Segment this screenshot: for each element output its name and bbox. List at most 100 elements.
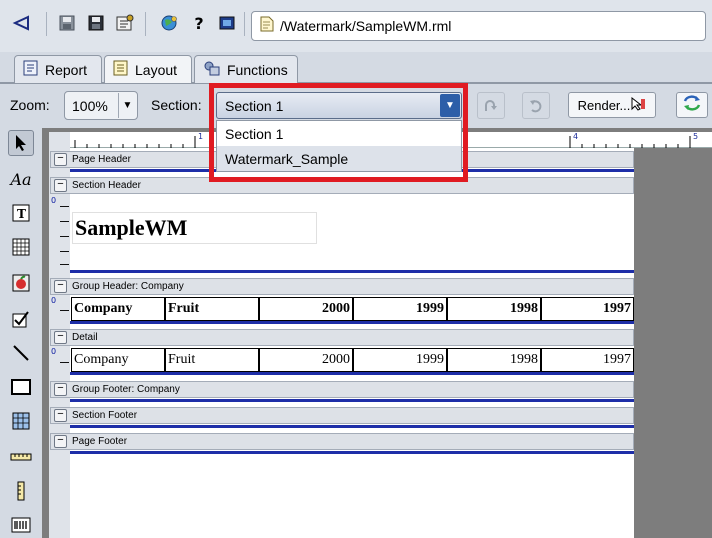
dropdown-option-watermark-sample[interactable]: Watermark_Sample [217,146,461,171]
document-icon [260,16,274,36]
header-cell-fruit[interactable]: Fruit [165,297,259,321]
ruler-corner [49,132,70,148]
header-cell-1997[interactable]: 1997 [541,297,634,321]
tab-report[interactable]: Report [14,55,102,83]
grid-icon[interactable] [8,408,34,434]
redo-icon[interactable] [477,92,505,119]
ruler-tick [60,264,69,265]
ruler-tick [60,310,69,311]
text-icon[interactable]: Aa [8,166,34,192]
detail-cell-company[interactable]: Company [71,348,165,372]
canvas-margin [634,148,712,538]
header-cell-1998[interactable]: 1998 [447,297,541,321]
tab-layout-label: Layout [135,61,178,78]
refresh-icon [682,94,702,116]
vertical-ruler-icon[interactable] [8,478,34,504]
help-icon[interactable]: ? [190,14,208,33]
image-icon[interactable] [8,270,34,296]
detail-cell-1997[interactable]: 1997 [541,348,634,372]
band-separator[interactable] [70,321,634,324]
line-icon[interactable] [8,340,34,366]
band-separator[interactable] [70,425,634,428]
ruler-mark-4: 4 [573,132,579,141]
checkbox-icon[interactable] [8,306,34,332]
functions-icon [203,60,221,79]
band-separator[interactable] [70,399,634,402]
collapse-icon[interactable]: − [54,331,67,344]
collapse-icon[interactable]: − [54,383,67,396]
detail-cell-1998[interactable]: 1998 [447,348,541,372]
band-separator[interactable] [70,372,634,375]
save-icon[interactable] [58,14,76,32]
ruler-mark-5: 5 [693,132,699,141]
band-label: Page Footer [72,436,128,447]
ruler-mark-1: 1 [198,132,204,141]
band-label: Section Header [72,180,141,191]
zoom-label: Zoom: [10,97,50,113]
band-label: Section Footer [72,410,138,421]
layout-icon [113,60,129,79]
save-as-icon[interactable] [87,14,105,32]
band-group-header[interactable]: − Group Header: Company [50,278,634,295]
chevron-down-icon[interactable]: ▼ [118,93,136,118]
ruler-tick [60,251,69,252]
header-cell-1999[interactable]: 1999 [353,297,447,321]
band-label: Detail [72,332,98,343]
section-select[interactable]: Section 1 ▼ [216,92,462,119]
band-label: Group Footer: Company [72,384,180,395]
horizontal-ruler-icon[interactable] [8,444,34,470]
tab-layout[interactable]: Layout [104,55,192,83]
image-icon[interactable] [218,14,236,32]
report-title-field[interactable]: SampleWM [72,212,317,244]
undo-icon[interactable] [522,92,550,119]
section-label: Section: [151,97,202,113]
band-separator[interactable] [70,270,634,273]
field-icon[interactable]: T [8,200,34,226]
refresh-button[interactable] [676,92,708,118]
toolbar-separator [145,12,146,36]
band-section-footer[interactable]: − Section Footer [50,407,634,424]
render-button-label: Render... [577,97,631,113]
ruler-tick [60,206,69,207]
band-group-footer[interactable]: − Group Footer: Company [50,381,634,398]
tab-report-label: Report [45,61,88,78]
tab-functions[interactable]: Functions [194,55,298,83]
header-cell-2000[interactable]: 2000 [259,297,353,321]
collapse-icon[interactable]: − [54,179,67,192]
band-section-header[interactable]: − Section Header [50,177,634,194]
ruler-zero: 0 [51,296,57,305]
collapse-icon[interactable]: − [54,280,67,293]
table-icon[interactable] [8,234,34,260]
file-path-field[interactable]: /Watermark/SampleWM.rml [251,11,706,41]
header-cell-company[interactable]: Company [71,297,165,321]
band-label: Group Header: Company [72,281,184,292]
render-cursor-icon [630,96,646,114]
band-detail[interactable]: − Detail [50,329,634,346]
detail-cell-fruit[interactable]: Fruit [165,348,259,372]
detail-cell-2000[interactable]: 2000 [259,348,353,372]
barcode-icon[interactable] [8,512,34,538]
section-value: Section 1 [225,97,284,114]
collapse-icon[interactable]: − [54,409,67,422]
toolbar-separator [46,12,47,36]
band-label: Page Header [72,154,131,165]
back-arrow-icon[interactable] [12,14,30,32]
collapse-icon[interactable]: − [54,435,67,448]
ruler-zero: 0 [51,196,57,205]
band-page-footer[interactable]: − Page Footer [50,433,634,450]
ruler-tick [60,362,69,363]
render-button[interactable]: Render... [568,92,656,118]
zoom-select[interactable]: 100% ▼ [64,91,138,120]
collapse-icon[interactable]: − [54,153,67,166]
toolbar-separator [244,12,245,36]
ruler-zero: 0 [51,347,57,356]
globe-icon[interactable] [160,14,178,32]
properties-icon[interactable] [116,14,134,32]
chevron-down-icon[interactable]: ▼ [440,94,460,117]
detail-cell-1999[interactable]: 1999 [353,348,447,372]
band-separator[interactable] [70,451,634,454]
pointer-icon[interactable] [8,130,34,156]
rectangle-icon[interactable] [8,374,34,400]
dropdown-option-section-1[interactable]: Section 1 [217,121,461,146]
svg-text:T: T [17,207,26,221]
